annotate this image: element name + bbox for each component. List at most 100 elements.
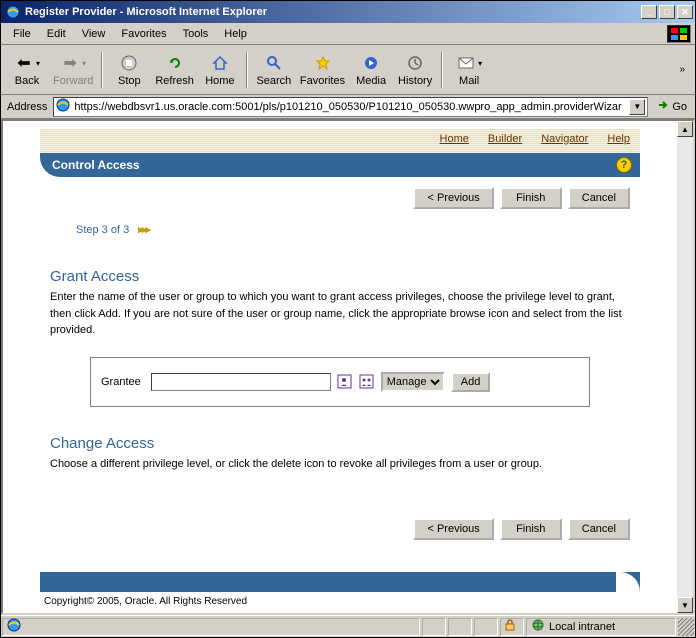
- go-label: Go: [672, 101, 687, 113]
- menu-favorites[interactable]: Favorites: [113, 26, 174, 42]
- nav-navigator[interactable]: Navigator: [541, 133, 588, 145]
- status-zone: Local intranet: [526, 618, 676, 636]
- page-header: Control Access ?: [40, 153, 640, 177]
- window-title: Register Provider - Microsoft Internet E…: [25, 6, 641, 18]
- previous-button[interactable]: < Previous: [413, 187, 493, 209]
- copyright: Copyright© 2005, Oracle. All Rights Rese…: [40, 592, 640, 607]
- button-row-bottom: < Previous Finish Cancel: [40, 508, 640, 544]
- history-button[interactable]: History: [393, 51, 437, 89]
- status-ssl: [500, 618, 524, 636]
- address-box: ▼: [53, 97, 648, 117]
- cancel-button[interactable]: Cancel: [568, 518, 630, 540]
- scroll-track[interactable]: [677, 137, 693, 597]
- page-banner: Home Builder Navigator Help: [40, 129, 640, 153]
- toolbar: ⬅▾ Back ➡▾ Forward Stop Refresh Home Sea…: [1, 45, 695, 95]
- home-label: Home: [205, 75, 234, 87]
- grant-access-text: Enter the name of the user or group to w…: [50, 289, 630, 339]
- mail-button[interactable]: ▾ Mail: [447, 51, 491, 89]
- lock-icon: [505, 619, 515, 634]
- ie-icon: [7, 618, 21, 635]
- close-button[interactable]: ✕: [677, 5, 693, 19]
- menu-file[interactable]: File: [5, 26, 39, 42]
- grantee-input[interactable]: [151, 373, 331, 391]
- status-panel: [448, 618, 472, 636]
- home-button[interactable]: Home: [198, 51, 242, 89]
- stop-label: Stop: [118, 75, 141, 87]
- menu-view[interactable]: View: [74, 26, 114, 42]
- titlebar: Register Provider - Microsoft Internet E…: [1, 1, 695, 23]
- menubar: File Edit View Favorites Tools Help: [1, 23, 695, 45]
- separator: [246, 52, 248, 88]
- menu-tools[interactable]: Tools: [175, 26, 217, 42]
- home-icon: [210, 53, 230, 73]
- page-title: Control Access: [52, 158, 140, 172]
- privilege-select[interactable]: Manage: [381, 372, 445, 392]
- step-text: Step 3 of 3: [76, 224, 129, 236]
- search-label: Search: [256, 75, 291, 87]
- toolbar-overflow[interactable]: »: [679, 64, 691, 75]
- scroll-down-button[interactable]: ▼: [677, 597, 693, 613]
- step-arrows-icon: ▸▸▸: [138, 224, 149, 236]
- content-area: Home Builder Navigator Help Control Acce…: [1, 119, 695, 615]
- back-label: Back: [15, 75, 39, 87]
- address-input[interactable]: [72, 100, 629, 114]
- cancel-button[interactable]: Cancel: [568, 187, 630, 209]
- browse-groups-icon[interactable]: [359, 374, 375, 390]
- refresh-button[interactable]: Refresh: [151, 51, 198, 89]
- media-button[interactable]: Media: [349, 51, 393, 89]
- intranet-icon: [531, 618, 545, 635]
- mail-label: Mail: [459, 75, 479, 87]
- back-button[interactable]: ⬅▾ Back: [5, 51, 49, 89]
- search-button[interactable]: Search: [252, 51, 296, 89]
- grantee-label: Grantee: [101, 376, 141, 388]
- refresh-icon: [165, 53, 185, 73]
- menu-edit[interactable]: Edit: [39, 26, 74, 42]
- grant-access-title: Grant Access: [50, 268, 640, 285]
- maximize-button[interactable]: □: [659, 5, 675, 19]
- help-icon[interactable]: ?: [616, 157, 632, 173]
- minimize-button[interactable]: _: [641, 5, 657, 19]
- stop-icon: [119, 53, 139, 73]
- favorites-button[interactable]: Favorites: [296, 51, 349, 89]
- finish-button[interactable]: Finish: [500, 518, 562, 540]
- nav-builder[interactable]: Builder: [488, 133, 522, 145]
- history-label: History: [398, 75, 432, 87]
- page-content: Home Builder Navigator Help Control Acce…: [3, 121, 677, 613]
- forward-label: Forward: [53, 75, 93, 87]
- mail-icon: [456, 53, 476, 73]
- status-panel: [474, 618, 498, 636]
- forward-button[interactable]: ➡▾ Forward: [49, 51, 97, 89]
- change-access-title: Change Access: [50, 435, 640, 452]
- resize-grip[interactable]: [678, 618, 694, 636]
- stop-button[interactable]: Stop: [107, 51, 151, 89]
- browser-window: Register Provider - Microsoft Internet E…: [0, 0, 696, 638]
- forward-arrow-icon: ➡: [60, 53, 80, 73]
- grantee-form: Grantee Manage Add: [90, 357, 590, 407]
- favorites-label: Favorites: [300, 75, 345, 87]
- media-label: Media: [356, 75, 386, 87]
- address-label: Address: [5, 101, 49, 113]
- scroll-up-button[interactable]: ▲: [677, 121, 693, 137]
- browse-users-icon[interactable]: [337, 374, 353, 390]
- address-dropdown-button[interactable]: ▼: [629, 99, 645, 115]
- search-icon: [264, 53, 284, 73]
- status-panel: [422, 618, 446, 636]
- status-main: [2, 618, 420, 636]
- nav-help[interactable]: Help: [607, 133, 630, 145]
- page-footer-bar: [40, 572, 640, 592]
- previous-button[interactable]: < Previous: [413, 518, 493, 540]
- favorites-icon: [313, 53, 333, 73]
- separator: [101, 52, 103, 88]
- button-row-top: < Previous Finish Cancel: [40, 177, 640, 213]
- finish-button[interactable]: Finish: [500, 187, 562, 209]
- menu-help[interactable]: Help: [216, 26, 255, 42]
- vertical-scrollbar[interactable]: ▲ ▼: [677, 121, 693, 613]
- add-button[interactable]: Add: [451, 372, 491, 392]
- ie-icon: [5, 4, 21, 20]
- nav-home[interactable]: Home: [440, 133, 469, 145]
- media-icon: [361, 53, 381, 73]
- status-zone-text: Local intranet: [549, 621, 615, 633]
- go-button[interactable]: Go: [652, 96, 691, 117]
- refresh-label: Refresh: [155, 75, 194, 87]
- addressbar: Address ▼ Go: [1, 95, 695, 119]
